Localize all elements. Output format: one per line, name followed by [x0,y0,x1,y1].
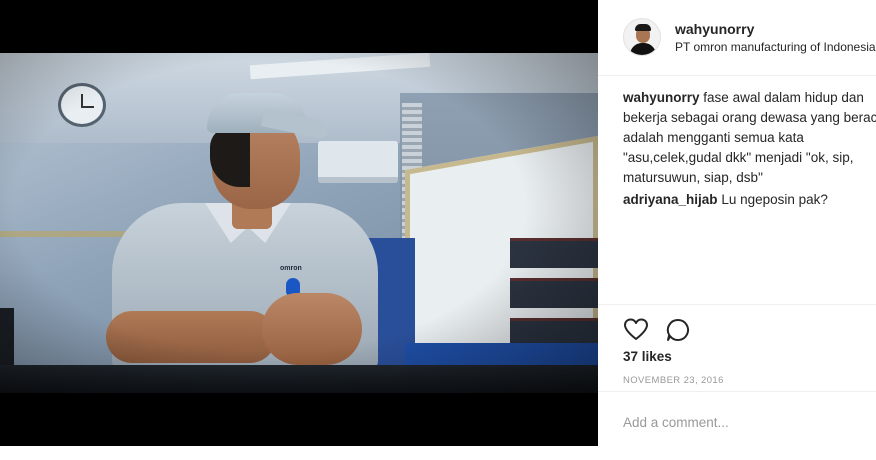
username-link[interactable]: wahyunorry [675,21,754,37]
heart-outline-icon[interactable] [623,317,649,343]
caption-line: matursuwun, siap, dsb" [623,170,763,185]
photo-vignette [0,53,598,393]
caption-line: wahyunorry fase awal dalam hidup dan [623,88,876,108]
caption-text: fase awal dalam hidup dan [703,90,864,105]
avatar-hair [635,24,651,31]
action-icons [623,317,703,343]
post-photo: omron [0,53,598,393]
location-link[interactable]: PT omron manufacturing of Indonesia [675,40,876,54]
comment-author-link[interactable]: adriyana_hijab [623,192,718,207]
caption-comment: wahyunorry fase awal dalam hidup dan bek… [623,88,876,188]
caption-line: "asu,celek,gudal dkk" menjadi "ok, sip, [623,150,854,165]
post-date[interactable]: NOVEMBER 23, 2016 [623,375,724,386]
comments-list: wahyunorry fase awal dalam hidup dan bek… [623,88,876,210]
comment-author-link[interactable]: wahyunorry [623,90,700,105]
post-dialog: omron wahyunorry PT omron manufacturing … [0,0,876,460]
post-media[interactable]: omron [0,0,598,446]
comment-item: adriyana_hijab Lu ngeposin pak? [623,190,876,210]
add-comment-input[interactable] [623,412,853,432]
likes-count[interactable]: 37 likes [623,349,672,364]
add-comment-section [598,391,876,460]
post-actions: 37 likes NOVEMBER 23, 2016 [598,304,876,386]
caption-line: bekerja sebagai orang dewasa yang berac [623,110,876,125]
caption-line: adalah mengganti semua kata [623,130,804,145]
comment-text: Lu ngeposin pak? [721,192,828,207]
post-sidebar: wahyunorry PT omron manufacturing of Ind… [598,0,876,460]
avatar[interactable] [623,18,661,56]
avatar-body [630,43,656,55]
speech-bubble-icon[interactable] [665,317,691,343]
post-header: wahyunorry PT omron manufacturing of Ind… [598,0,876,76]
